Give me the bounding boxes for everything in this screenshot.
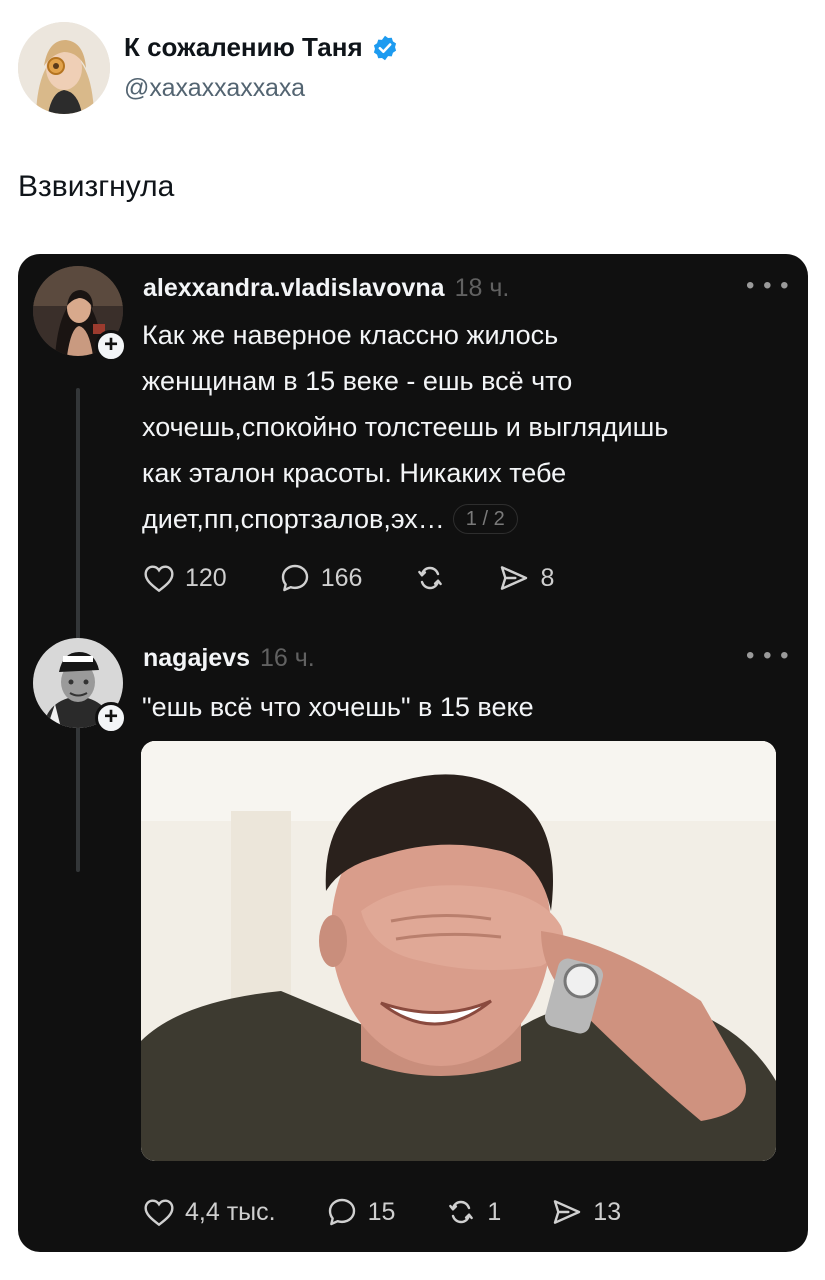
post1-line: хочешь,спокойно толстеешь и выглядишь (142, 412, 669, 442)
post2-repost-button[interactable]: 1 (445, 1196, 501, 1228)
post1-more-icon[interactable]: • • • (746, 272, 790, 300)
post1-last-line: диет,пп,спортзалов,эх… (142, 504, 445, 534)
post2-photo-man-laughing[interactable] (141, 741, 776, 1161)
post2-like-button[interactable]: 4,4 тыс. (143, 1197, 276, 1227)
send-icon (501, 566, 528, 590)
post1-line: как эталон красоты. Никаких тебе (142, 458, 567, 488)
post2-reply-button[interactable]: 15 (326, 1196, 396, 1228)
embedded-thread-card: + alexxandra.vladislavovna 18 ч. • • • Ка… (18, 254, 808, 1252)
post1-reply-button[interactable]: 166 (279, 562, 363, 594)
post1-share-count: 8 (540, 563, 555, 592)
repost-icon (449, 1200, 474, 1224)
post1-text: Как же наверное классно жилось женщинам … (142, 312, 792, 542)
post1-line: диет,пп,спортзалов,эх… 1 / 2 (142, 496, 792, 542)
post1-like-button[interactable]: 120 (143, 563, 227, 593)
heart-icon (144, 565, 174, 593)
post1-time: 18 ч. (454, 274, 510, 302)
author-handle[interactable]: @хахаххаххаха (124, 74, 305, 103)
post2-share-button[interactable]: 13 (551, 1196, 621, 1228)
post2-more-icon[interactable]: • • • (746, 642, 790, 670)
tweet-text: Взвизгнула (18, 170, 175, 203)
thread-connector-line (76, 388, 80, 872)
heart-icon (144, 1199, 174, 1227)
post2-repost-count: 1 (487, 1197, 502, 1226)
post2-follow-plus-icon[interactable]: + (95, 702, 127, 734)
post2-header: nagajevs 16 ч. (143, 644, 315, 673)
repost-icon (418, 566, 443, 590)
post1-line: женщинам в 15 веке - ешь всё что (142, 366, 573, 396)
send-icon (554, 1200, 581, 1224)
verified-badge-icon (371, 34, 399, 62)
post1-follow-plus-icon[interactable]: + (95, 330, 127, 362)
post1-like-count: 120 (185, 563, 227, 592)
post2-text: "ешь всё что хочешь" в 15 веке (142, 692, 534, 722)
author-name-text[interactable]: К сожалению Таня (124, 32, 363, 63)
post2-like-count: 4,4 тыс. (185, 1197, 276, 1226)
post1-share-button[interactable]: 8 (498, 562, 554, 594)
page-indicator[interactable]: 1 / 2 (452, 504, 518, 534)
post2-username[interactable]: nagajevs (143, 644, 250, 672)
reply-bubble-icon (328, 1198, 355, 1226)
post2-time: 16 ч. (260, 644, 315, 672)
post1-header: alexxandra.vladislavovna 18 ч. (143, 274, 509, 303)
post2-reply-count: 15 (367, 1197, 396, 1226)
post1-line: Как же наверное классно жилось (142, 320, 559, 350)
post2-actions: 4,4 тыс. 15 1 13 (143, 1196, 621, 1228)
post1-repost-button[interactable] (414, 562, 446, 594)
reply-bubble-icon (281, 564, 308, 592)
author-name[interactable]: К сожалению Таня (124, 32, 399, 63)
author-avatar[interactable] (18, 22, 110, 114)
post1-reply-count: 166 (320, 563, 363, 592)
post2-share-count: 13 (593, 1197, 622, 1226)
post1-actions: 120 166 8 (143, 562, 554, 594)
post1-username[interactable]: alexxandra.vladislavovna (143, 274, 445, 302)
